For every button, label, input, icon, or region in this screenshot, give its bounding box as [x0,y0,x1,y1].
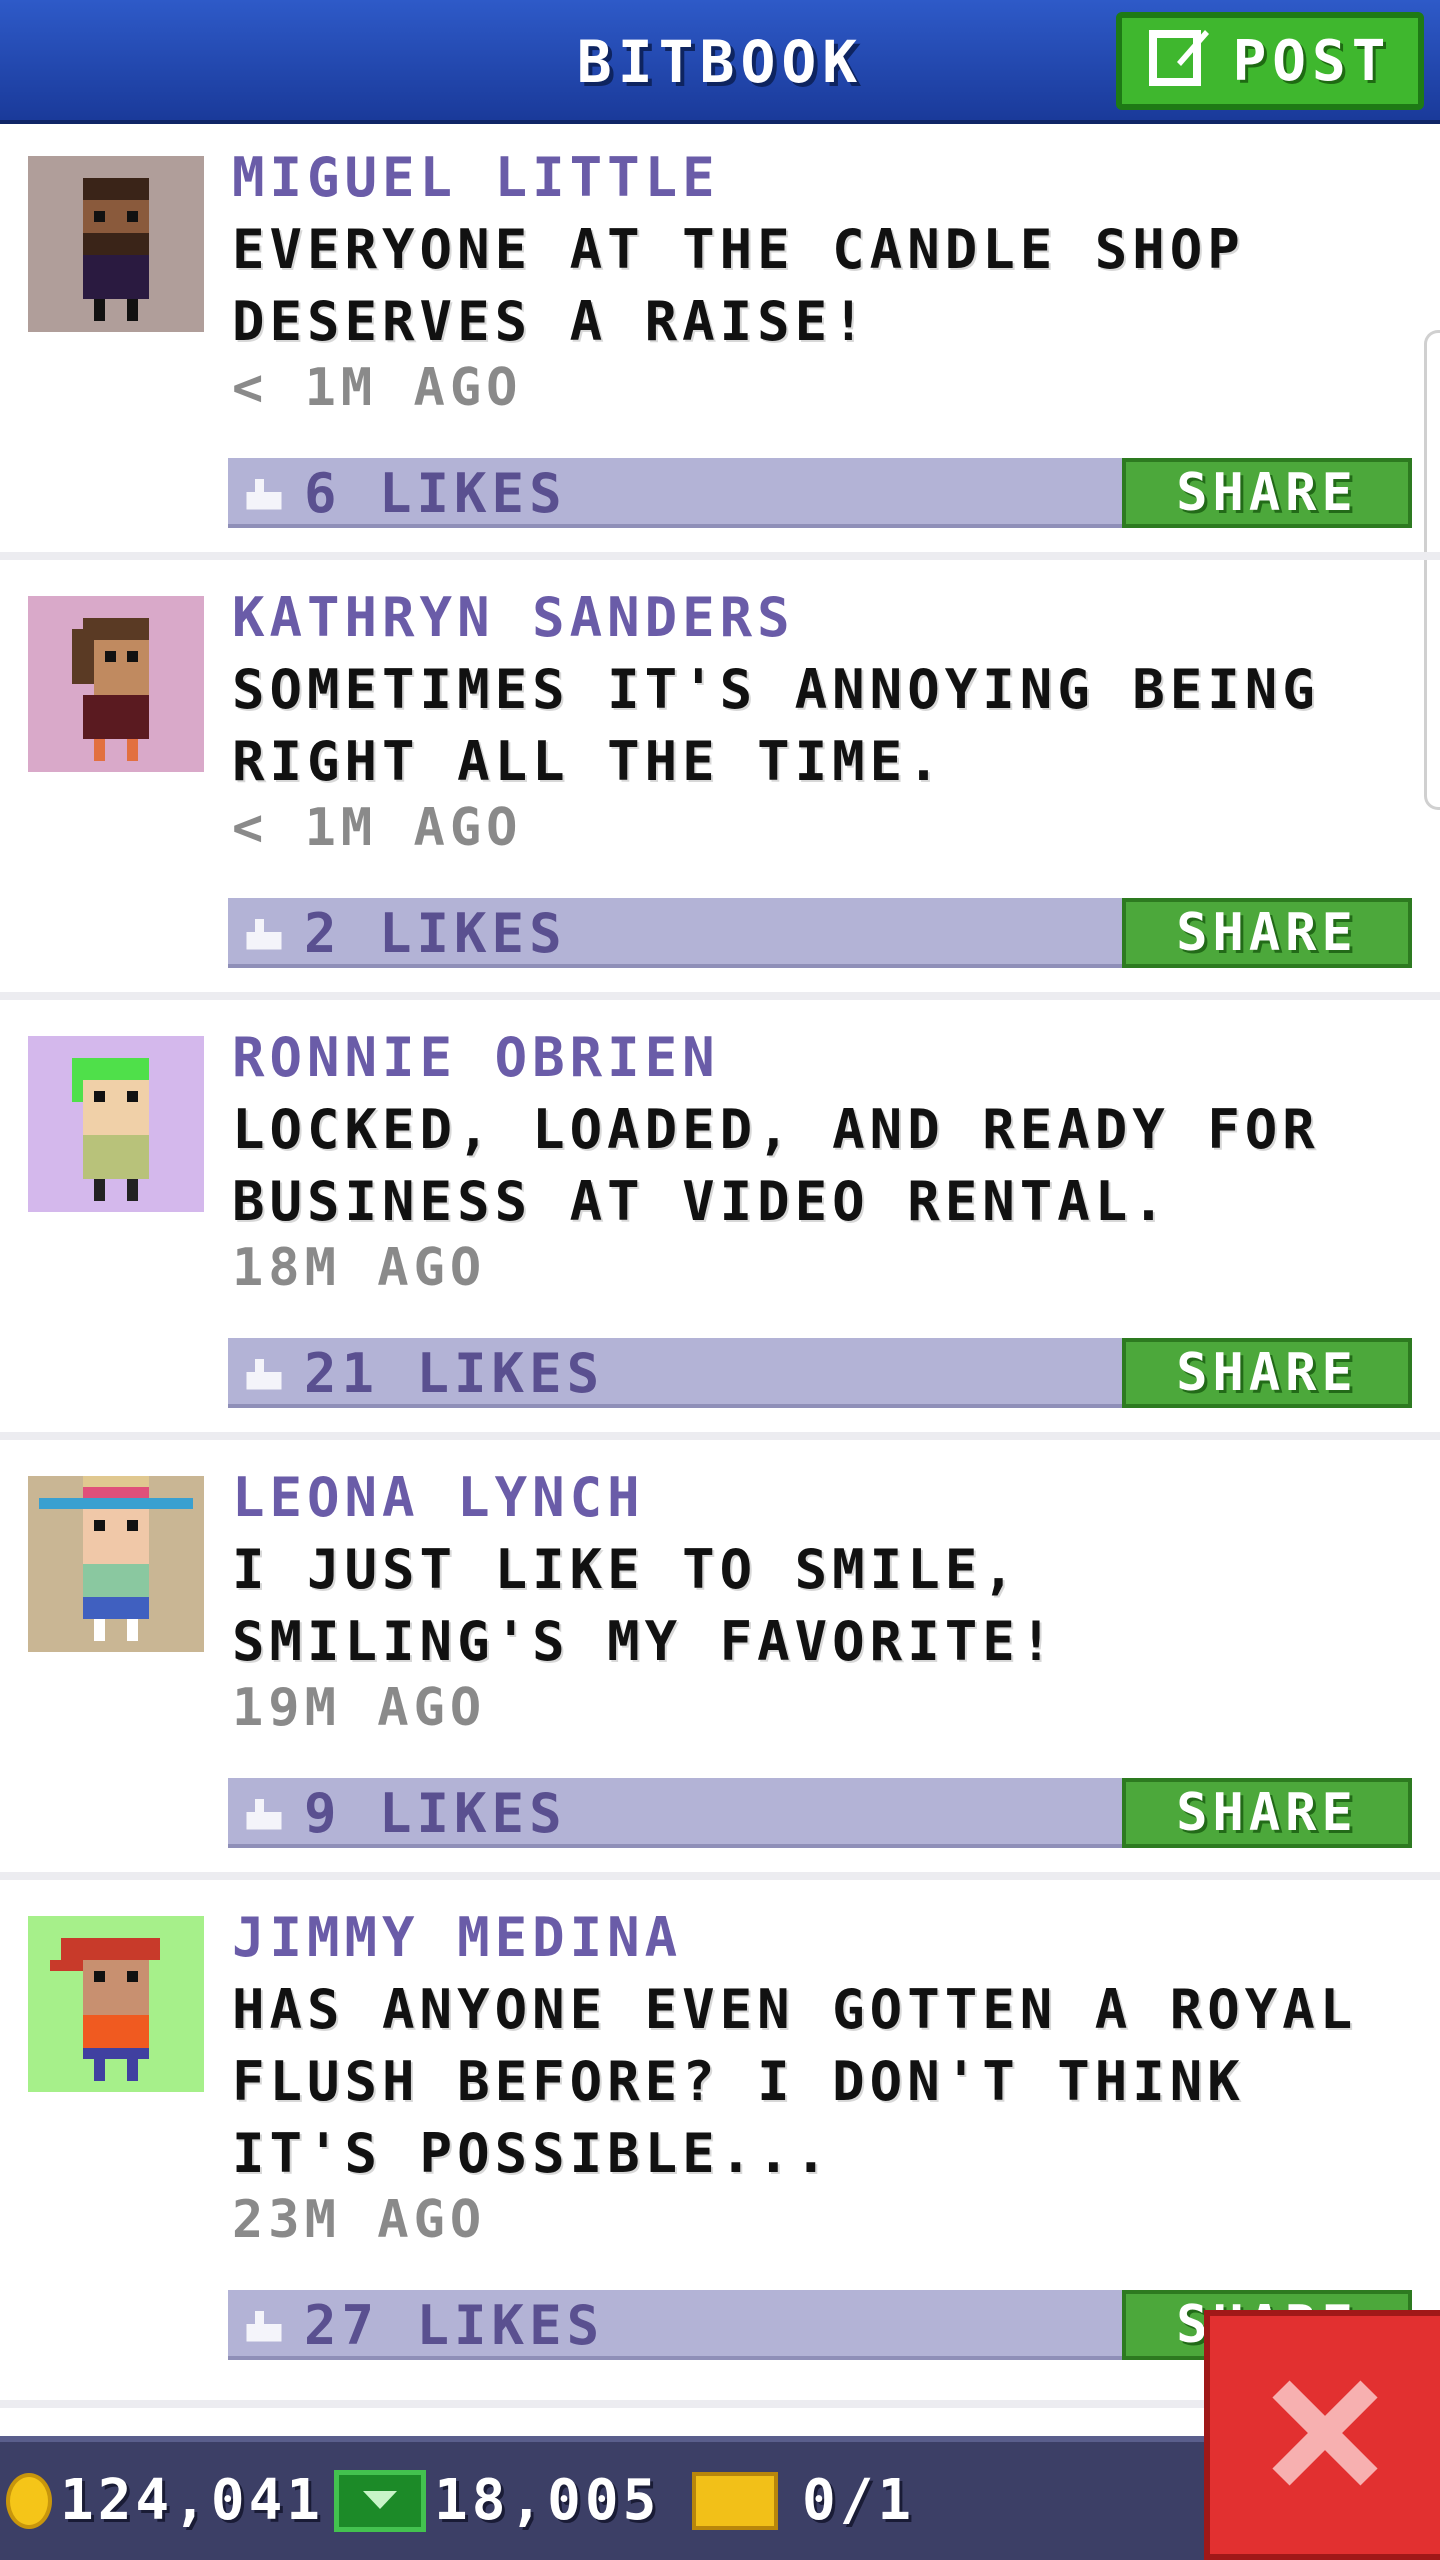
post-author[interactable]: MIGUEL LITTLE [232,146,720,209]
thumbs-up-icon[interactable] [242,470,286,514]
post-time: 23M AGO [232,2190,487,2250]
cash-icon [334,2469,426,2532]
thumbs-up-icon[interactable] [242,910,286,954]
likes-count: 9 LIKES [304,1782,567,1845]
bux-stat[interactable]: 18,005 [334,2468,660,2533]
close-button[interactable] [1204,2310,1440,2560]
post-button[interactable]: POST [1116,12,1424,110]
thumbs-up-icon[interactable] [242,1790,286,1834]
likes-bar: 9 LIKES SHARE [228,1778,1412,1848]
likes-count: 21 LIKES [304,1342,605,1405]
post-author[interactable]: JIMMY MEDINA [232,1906,682,1969]
avatar[interactable] [28,1036,204,1212]
post-time: < 1M AGO [232,798,523,858]
post-message: HAS ANYONE EVEN GOTTEN A ROYAL FLUSH BEF… [232,1978,1358,2185]
feed-post: LEONA LYNCH I JUST LIKE TO SMILE, SMILIN… [0,1448,1440,1880]
avatar[interactable] [28,1476,204,1652]
likes-count: 2 LIKES [304,902,567,965]
avatar[interactable] [28,596,204,772]
feed-post: KATHRYN SANDERS SOMETIMES IT'S ANNOYING … [0,568,1440,1000]
post-button-label: POST [1232,28,1392,94]
likes-bar: 2 LIKES SHARE [228,898,1412,968]
share-button[interactable]: SHARE [1122,458,1412,528]
edit-icon [1148,22,1213,100]
feed-post: MIGUEL LITTLE EVERYONE AT THE CANDLE SHO… [0,128,1440,560]
post-author[interactable]: KATHRYN SANDERS [232,586,795,649]
app-header: BITBOOK POST [0,0,1440,124]
ticket-icon [692,2471,778,2530]
thumbs-up-icon[interactable] [242,2302,286,2346]
avatar[interactable] [28,156,204,332]
post-author[interactable]: RONNIE OBRIEN [232,1026,720,1089]
likes-count: 6 LIKES [304,462,567,525]
thumbs-up-icon[interactable] [242,1350,286,1394]
avatar[interactable] [28,1916,204,2092]
likes-bar: 21 LIKES SHARE [228,1338,1412,1408]
coins-value: 124,041 [60,2468,325,2533]
bux-value: 18,005 [434,2468,661,2533]
likes-bar: 6 LIKES SHARE [228,458,1412,528]
coin-icon [6,2472,52,2529]
share-button[interactable]: SHARE [1122,1778,1412,1848]
tickets-stat[interactable]: 0/1 [692,2468,915,2533]
coins-stat[interactable]: 124,041 [6,2468,324,2533]
post-time: < 1M AGO [232,358,523,418]
post-time: 18M AGO [232,1238,487,1298]
post-time: 19M AGO [232,1678,487,1738]
post-message: EVERYONE AT THE CANDLE SHOP DESERVES A R… [232,218,1245,353]
share-button[interactable]: SHARE [1122,1338,1412,1408]
likes-count: 27 LIKES [304,2294,605,2357]
post-message: SOMETIMES IT'S ANNOYING BEING RIGHT ALL … [232,658,1320,793]
post-message: LOCKED, LOADED, AND READY FOR BUSINESS A… [232,1098,1320,1233]
post-author[interactable]: LEONA LYNCH [232,1466,645,1529]
feed-post: RONNIE OBRIEN LOCKED, LOADED, AND READY … [0,1008,1440,1440]
post-message: I JUST LIKE TO SMILE, SMILING'S MY FAVOR… [232,1538,1058,1673]
share-button[interactable]: SHARE [1122,898,1412,968]
tickets-value: 0/1 [802,2468,916,2533]
close-icon [1270,2378,1380,2492]
